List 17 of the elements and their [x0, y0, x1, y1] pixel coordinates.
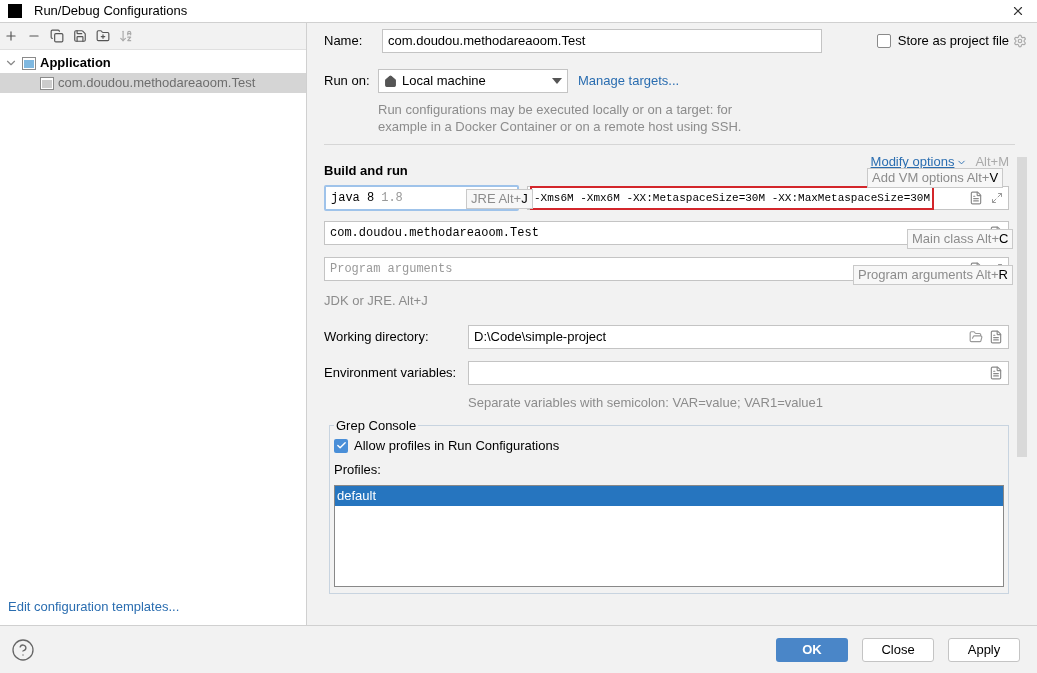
field-label: Profiles: [334, 460, 382, 479]
field-label: Working directory: [324, 327, 430, 346]
field-label: Name: [324, 32, 364, 51]
jre-note: JDK or JRE. Alt+J [324, 292, 429, 310]
shortcut-tooltip: Program arguments Alt+R [853, 265, 1013, 285]
run-on-note: Run configurations may be executed locally or on a target: for example in a Docker Container or on a remote host using SSH. [378, 101, 743, 135]
field-label: Run on: [324, 72, 371, 91]
checkbox-label: Store as project file [897, 32, 1009, 51]
checkbox-label: Allow profiles in Run Configurations [354, 436, 560, 455]
section-title: Build and run [324, 162, 408, 181]
env-note: Separate variables with semicolon: VAR=value; VAR1=value1 [468, 393, 825, 412]
shortcut-tooltip: Add VM options Alt+V [867, 168, 1004, 188]
field-label: Environment variables: [324, 363, 458, 382]
window-title: Run/Debug Configurations [34, 2, 188, 21]
panel-title: Grep Console [335, 417, 418, 435]
shortcut-tooltip: Main class Alt+C [907, 229, 1014, 249]
shortcut-tooltip: JRE Alt+J [466, 189, 533, 209]
